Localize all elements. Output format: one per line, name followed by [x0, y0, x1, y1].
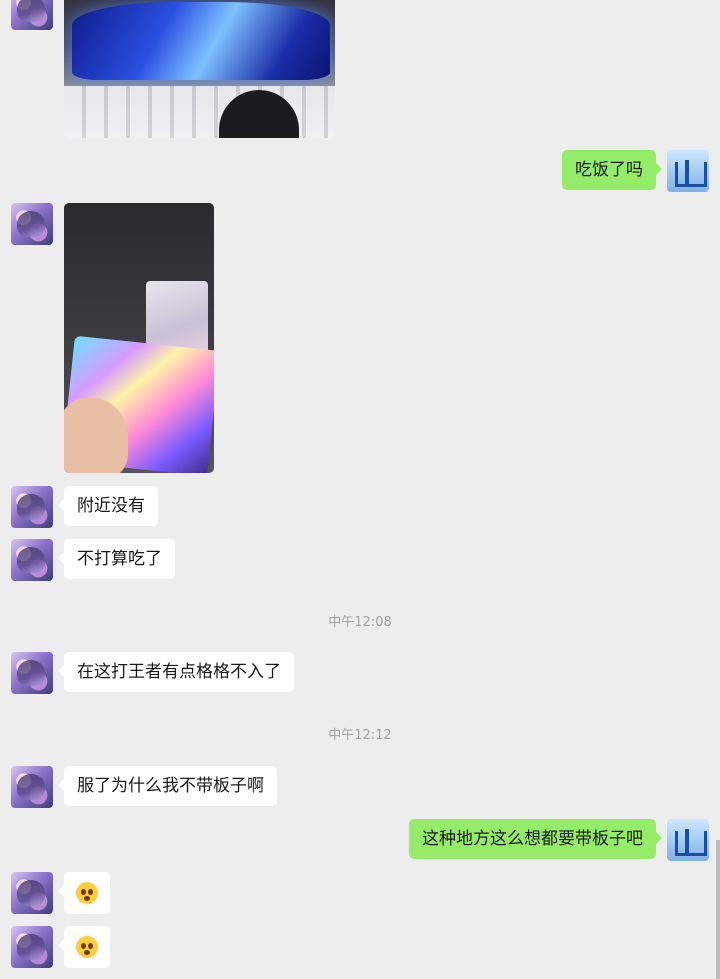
- self-avatar[interactable]: [667, 819, 709, 861]
- contact-avatar[interactable]: [11, 926, 53, 968]
- message-bubble-incoming[interactable]: 不打算吃了: [58, 539, 175, 579]
- holographic-card-photo[interactable]: [64, 203, 214, 473]
- timestamp: 中午12:12: [328, 728, 392, 743]
- contact-avatar[interactable]: [11, 872, 53, 914]
- scrollbar[interactable]: [716, 840, 720, 979]
- message-bubble-incoming[interactable]: 在这打王者有点格格不入了: [58, 652, 294, 692]
- self-avatar[interactable]: [667, 150, 709, 192]
- flushed-face-icon: [76, 882, 98, 904]
- message-bubble-emoji[interactable]: [58, 872, 110, 914]
- contact-avatar[interactable]: [11, 652, 53, 694]
- flushed-face-icon: [76, 936, 98, 958]
- event-venue-photo[interactable]: [64, 0, 335, 138]
- contact-avatar[interactable]: [11, 539, 53, 581]
- contact-avatar[interactable]: [11, 486, 53, 528]
- message-bubble-incoming[interactable]: 服了为什么我不带板子啊: [58, 766, 277, 806]
- contact-avatar[interactable]: [11, 766, 53, 808]
- message-bubble-incoming[interactable]: 附近没有: [58, 486, 158, 526]
- message-bubble-emoji[interactable]: [58, 926, 110, 968]
- chat-message-list[interactable]: 吃饭了吗 附近没有 不打算吃了 中午12:08 在这打王者有点格格不入了 中午1…: [0, 0, 720, 979]
- message-bubble-outgoing[interactable]: 吃饭了吗: [562, 150, 662, 190]
- contact-avatar[interactable]: [11, 0, 53, 30]
- contact-avatar[interactable]: [11, 203, 53, 245]
- message-bubble-outgoing[interactable]: 这种地方这么想都要带板子吧: [409, 819, 662, 859]
- stage-screen: [72, 2, 330, 80]
- timestamp: 中午12:08: [328, 615, 392, 630]
